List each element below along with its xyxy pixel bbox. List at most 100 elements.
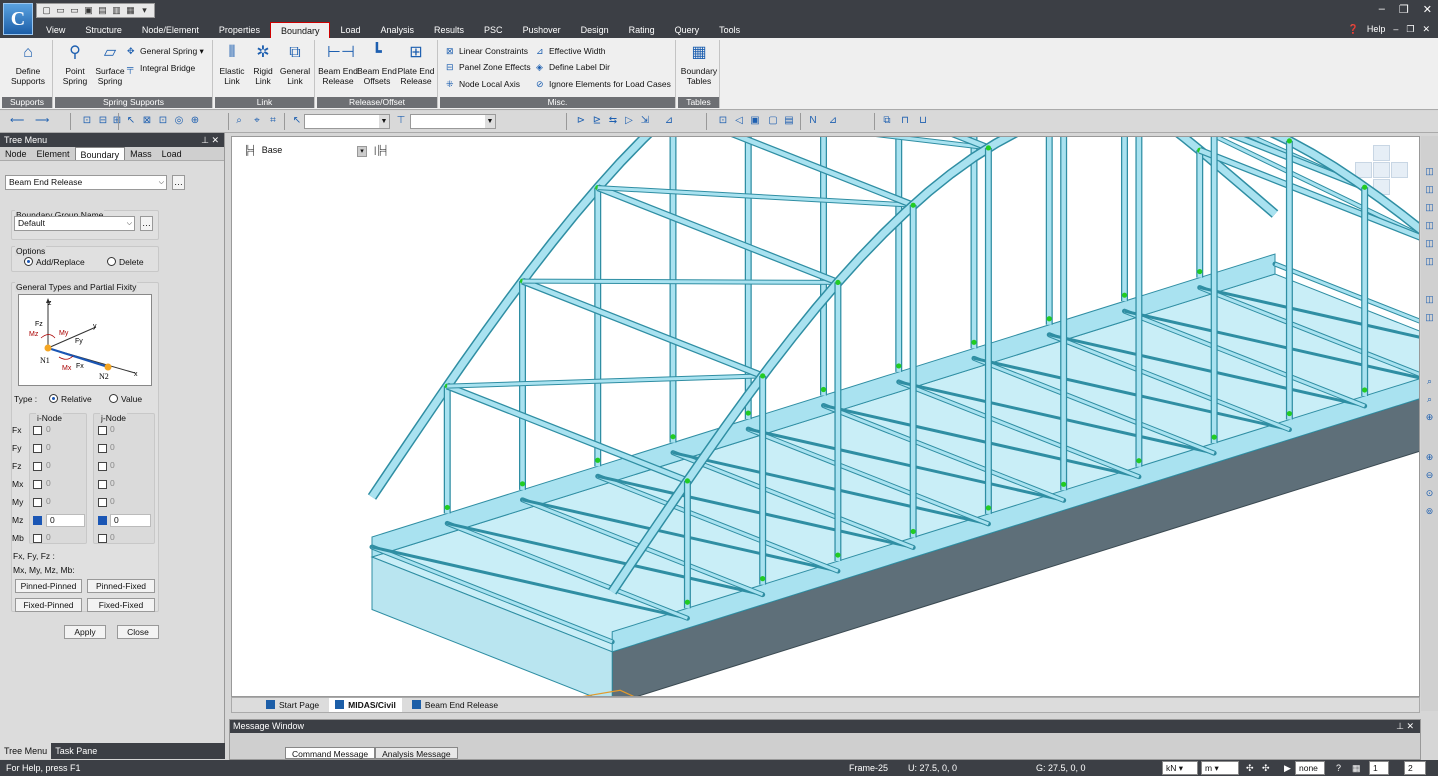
open-folder-icon[interactable]: ▭: [54, 5, 67, 16]
fixed-fixed-button[interactable]: Fixed-Fixed: [87, 598, 155, 612]
app-logo[interactable]: C: [3, 3, 33, 35]
point-spring-button[interactable]: ⚲ Point Spring: [57, 42, 93, 86]
general-link-button[interactable]: ⧉ General Link: [278, 42, 312, 86]
help-icon[interactable]: ❓: [1348, 24, 1359, 35]
play-icon[interactable]: ▶: [1284, 760, 1291, 776]
menu-tab-psc[interactable]: PSC: [474, 22, 513, 38]
boundary-group-select[interactable]: Default ⌵: [14, 216, 135, 231]
display-icon[interactable]: ⊳: [574, 114, 588, 128]
close-icon[interactable]: ✕: [1423, 3, 1432, 16]
function-more-button[interactable]: …: [172, 175, 185, 190]
view-tool-icon[interactable]: ◫: [1424, 312, 1435, 323]
i-node-checkbox[interactable]: [33, 426, 42, 435]
delete-radio[interactable]: Delete: [107, 257, 144, 268]
qat-dropdown-icon[interactable]: ▾: [138, 5, 151, 16]
linear-constraints-button[interactable]: ⊠ Linear Constraints: [446, 45, 528, 57]
doc-tab-start-page[interactable]: Start Page: [260, 698, 325, 712]
i-node-checkbox[interactable]: [33, 444, 42, 453]
j-node-checkbox[interactable]: [98, 516, 107, 525]
zoom-tool-icon[interactable]: ⊙: [1424, 488, 1435, 499]
zoom-tool-icon[interactable]: ⊕: [1424, 412, 1435, 423]
model-viewport[interactable]: ╠╡ Base ▾ |╠╡: [231, 136, 1420, 697]
menu-tab-tools[interactable]: Tools: [709, 22, 750, 38]
function-select[interactable]: Beam End Release ⌵: [5, 175, 167, 190]
undo-icon[interactable]: ⟵: [10, 114, 24, 128]
tree-tab-element[interactable]: Element: [32, 147, 75, 160]
menu-tab-structure[interactable]: Structure: [75, 22, 132, 38]
j-node-checkbox[interactable]: [98, 444, 107, 453]
snap-status-icon[interactable]: ✣: [1246, 760, 1254, 776]
zoom-out-icon[interactable]: ⊖: [1424, 470, 1435, 481]
zoom-tool-icon[interactable]: ⊚: [1424, 506, 1435, 517]
minimize-icon[interactable]: –: [1379, 3, 1385, 16]
integral-bridge-button[interactable]: ╤ Integral Bridge: [127, 62, 195, 74]
tree-tab-node[interactable]: Node: [0, 147, 32, 160]
front-view-icon[interactable]: ⊡: [716, 114, 730, 128]
j-node-checkbox[interactable]: [98, 480, 107, 489]
iso-view-icon[interactable]: ▣: [748, 114, 762, 128]
menu-tab-boundary[interactable]: Boundary: [269, 22, 331, 38]
help-menu[interactable]: Help: [1367, 24, 1386, 35]
j-node-value[interactable]: 0: [110, 514, 151, 527]
doc-tab-midas-civil[interactable]: MIDAS/Civil: [329, 698, 402, 712]
beam-end-release-button[interactable]: ⊢⊣ Beam End Release: [318, 42, 358, 86]
unlock-icon[interactable]: ⊔: [916, 114, 930, 128]
bottom-tab-tree-menu[interactable]: Tree Menu: [0, 743, 52, 759]
ignore-elements-button[interactable]: ⊘ Ignore Elements for Load Cases: [536, 78, 671, 90]
view-tool-icon[interactable]: ◫: [1424, 202, 1435, 213]
print-icon[interactable]: ▥: [110, 5, 123, 16]
display-option-select[interactable]: none: [1295, 761, 1325, 775]
select-icon[interactable]: ⊟: [96, 114, 110, 128]
snap-combo[interactable]: ▼: [410, 114, 496, 129]
unselect-icon[interactable]: ↖: [124, 114, 138, 128]
elastic-link-button[interactable]: ⫴ Elastic Link: [216, 42, 248, 86]
page-number[interactable]: 2: [1404, 761, 1426, 775]
ribbon-close-icon[interactable]: ✕: [1422, 24, 1430, 35]
j-node-checkbox[interactable]: [98, 462, 107, 471]
i-node-value[interactable]: 0: [46, 514, 85, 527]
selection-combo[interactable]: ▼: [304, 114, 390, 129]
tree-tab-mass[interactable]: Mass: [125, 147, 157, 160]
tree-tab-boundary[interactable]: Boundary: [74, 147, 126, 160]
message-tab-analysis-message[interactable]: Analysis Message: [375, 747, 458, 759]
pan-icon[interactable]: ⊕: [188, 114, 202, 128]
i-node-checkbox[interactable]: [33, 534, 42, 543]
hidden-icon[interactable]: ▢: [766, 114, 780, 128]
menu-tab-view[interactable]: View: [36, 22, 75, 38]
pinned-fixed-button[interactable]: Pinned-Fixed: [87, 579, 155, 593]
panel-close-icon[interactable]: ⊥ ✕: [201, 133, 219, 147]
define-supports-button[interactable]: ⌂ Define Supports: [8, 42, 48, 86]
node-number-icon[interactable]: N: [806, 114, 820, 128]
page-spinner[interactable]: 1: [1369, 761, 1389, 775]
i-node-checkbox[interactable]: [33, 462, 42, 471]
open-icon[interactable]: ▭: [68, 5, 81, 16]
plate-end-release-button[interactable]: ⊞ Plate End Release: [396, 42, 436, 86]
surface-spring-button[interactable]: ▱ Surface Spring: [92, 42, 128, 86]
save-icon[interactable]: ▣: [82, 5, 95, 16]
panel-zone-effects-button[interactable]: ⊟ Panel Zone Effects: [446, 61, 531, 73]
i-node-checkbox[interactable]: [33, 480, 42, 489]
ribbon-restore-icon[interactable]: ❐: [1406, 24, 1414, 35]
select-window-icon[interactable]: ⊡: [80, 114, 94, 128]
boundary-tables-button[interactable]: ▦ Boundary Tables: [680, 42, 718, 86]
i-node-checkbox[interactable]: [33, 516, 42, 525]
bottom-tab-task-pane[interactable]: Task Pane: [51, 743, 101, 759]
force-unit-select[interactable]: kN ▾: [1162, 761, 1198, 775]
menu-tab-query[interactable]: Query: [665, 22, 710, 38]
print-preview-icon[interactable]: ▦: [124, 5, 137, 16]
j-node-checkbox[interactable]: [98, 534, 107, 543]
view-tool-icon[interactable]: ◫: [1424, 166, 1435, 177]
menu-tab-analysis[interactable]: Analysis: [371, 22, 425, 38]
pointer-icon[interactable]: ↖: [290, 114, 304, 128]
beam-end-offsets-button[interactable]: ┗ Beam End Offsets: [357, 42, 397, 86]
snap-status-icon[interactable]: ✣: [1262, 760, 1270, 776]
restore-icon[interactable]: ❐: [1399, 3, 1409, 16]
save-as-icon[interactable]: ▤: [96, 5, 109, 16]
side-view-icon[interactable]: ◁: [732, 114, 746, 128]
boundary-group-more-button[interactable]: …: [140, 216, 153, 231]
display-element-icon[interactable]: ⇆: [606, 114, 620, 128]
ribbon-minimize-icon[interactable]: –: [1393, 24, 1398, 35]
lock-icon[interactable]: ⊓: [898, 114, 912, 128]
doc-tab-beam-end-release[interactable]: Beam End Release: [406, 698, 504, 712]
shade-icon[interactable]: ▤: [782, 114, 796, 128]
